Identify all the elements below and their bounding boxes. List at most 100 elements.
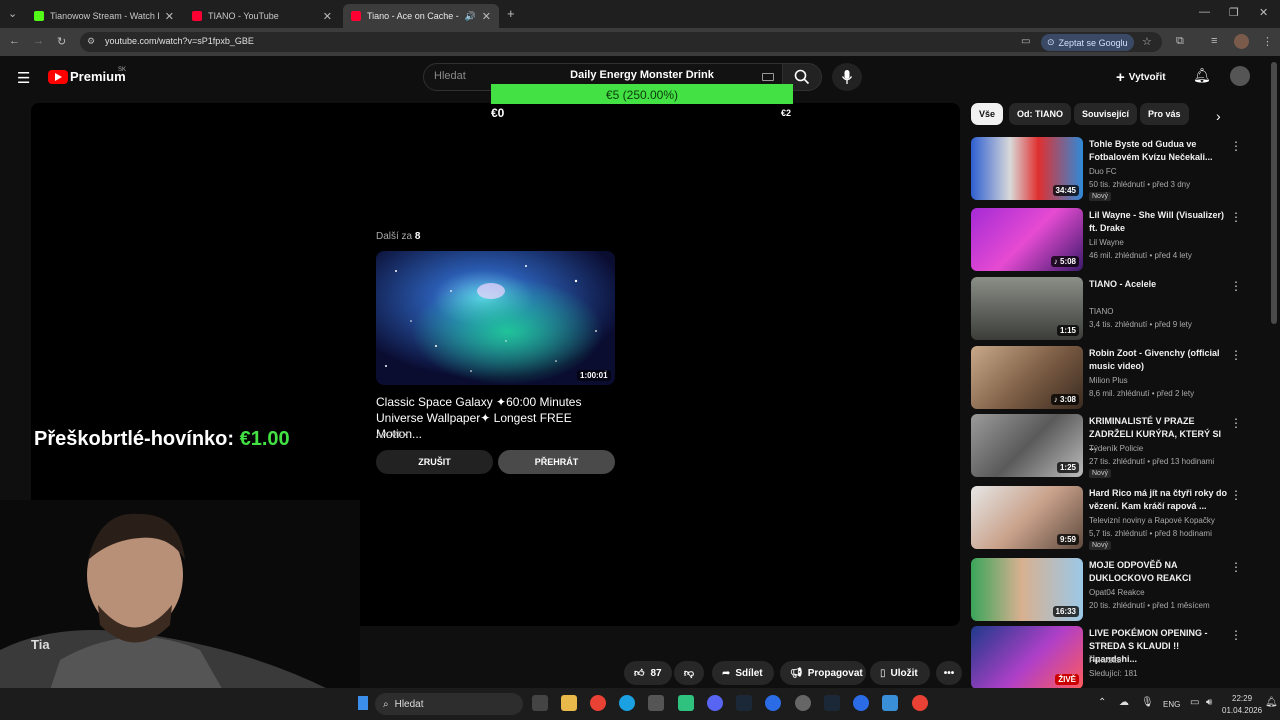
hamburger-menu-icon[interactable]: ☰ <box>17 69 30 87</box>
more-vertical-icon[interactable]: ⋮ <box>1230 488 1242 502</box>
bookmark-star-icon[interactable]: ☆ <box>1142 35 1152 48</box>
more-vertical-icon[interactable]: ⋮ <box>1230 628 1242 642</box>
page-scrollbar[interactable] <box>1271 62 1277 324</box>
browser-menu-icon[interactable]: ⋮ <box>1262 35 1273 48</box>
channel-name[interactable]: Lil Wayne <box>1089 238 1124 247</box>
new-tab-icon[interactable]: + <box>507 6 515 21</box>
cancel-autoplay-button[interactable]: ZRUŠIT <box>376 450 493 474</box>
system-clock[interactable]: 22:29 01.04.2026 <box>1222 693 1262 717</box>
video-title[interactable]: Tohle Byste od Gudua ve Fotbalovém Kvízu… <box>1089 138 1229 164</box>
chip-from-tiano[interactable]: Od: TIANO <box>1009 103 1071 125</box>
steam-icon[interactable] <box>824 695 840 711</box>
more-vertical-icon[interactable]: ⋮ <box>1230 560 1242 574</box>
close-tab-icon[interactable]: ✕ <box>323 10 332 23</box>
forward-icon[interactable]: → <box>33 35 44 47</box>
list-item[interactable]: ♪ 5:08 Lil Wayne - She Will (Visualizer)… <box>971 208 1251 272</box>
back-icon[interactable]: ← <box>9 35 20 47</box>
app-icon[interactable] <box>853 695 869 711</box>
app-icon[interactable] <box>882 695 898 711</box>
extensions-icon[interactable]: ⧉ <box>1176 35 1184 48</box>
channel-name[interactable]: Týdeník Policie <box>1089 444 1143 453</box>
video-title[interactable]: Hard Rico má jít na čtyři roky do vězení… <box>1089 487 1229 513</box>
maximize-icon[interactable]: ❐ <box>1229 6 1239 19</box>
tray-chevron-icon[interactable]: ⌃ <box>1098 697 1106 708</box>
volume-icon[interactable]: 🔊︎ <box>1206 697 1212 708</box>
edge-icon[interactable] <box>619 695 635 711</box>
next-video-thumbnail[interactable] <box>376 251 615 385</box>
task-view-icon[interactable] <box>532 695 548 711</box>
more-vertical-icon[interactable]: ⋮ <box>1230 139 1242 153</box>
discord-icon[interactable] <box>707 695 723 711</box>
tab-ace-on-cache[interactable]: Tiano - Ace on Cache - You 🔊 ✕ <box>343 4 499 28</box>
reading-list-icon[interactable]: ≡ <box>1211 35 1217 47</box>
notifications-bell-icon[interactable]: 🔔︎ <box>1193 67 1211 84</box>
chip-related[interactable]: Související <box>1074 103 1138 125</box>
list-item[interactable]: 34:45 Tohle Byste od Gudua ve Fotbalovém… <box>971 137 1251 201</box>
channel-name[interactable]: Duo FC <box>1089 167 1117 176</box>
account-avatar[interactable] <box>1230 66 1250 86</box>
promote-button[interactable]: 📢︎ Propagovat <box>780 661 866 685</box>
close-tab-icon[interactable]: ✕ <box>165 10 174 23</box>
chevron-right-icon[interactable]: › <box>1216 108 1221 124</box>
list-item[interactable]: 9:59 Hard Rico má jít na čtyři roky do v… <box>971 486 1251 550</box>
more-vertical-icon[interactable]: ⋮ <box>1230 348 1242 362</box>
close-window-icon[interactable]: ✕ <box>1259 6 1268 19</box>
url-text[interactable]: youtube.com/watch?v=sP1fpxb_GBE <box>105 36 254 46</box>
voice-search-button[interactable] <box>832 63 862 91</box>
minimize-icon[interactable]: — <box>1199 6 1210 18</box>
profile-avatar[interactable] <box>1234 34 1249 49</box>
reload-icon[interactable]: ↻ <box>57 35 66 48</box>
notifications-icon[interactable]: 🔔︎ <box>1265 697 1278 708</box>
channel-name[interactable]: Televizní noviny a Rapové Kopačky <box>1089 516 1215 525</box>
like-button[interactable]: 👍︎ 87 <box>624 661 672 685</box>
input-language[interactable]: ENG <box>1163 700 1180 709</box>
more-vertical-icon[interactable]: ⋮ <box>1230 416 1242 430</box>
chrome-icon[interactable] <box>590 695 606 711</box>
video-title[interactable]: Robin Zoot - Givenchy (official music vi… <box>1089 347 1229 373</box>
share-button[interactable]: ➦ Sdílet <box>712 661 774 685</box>
settings-icon[interactable] <box>795 695 811 711</box>
cast-icon[interactable]: ▭ <box>1021 36 1030 47</box>
tab-search-icon[interactable]: ⌄ <box>8 7 17 20</box>
save-button[interactable]: ▯ Uložit <box>870 661 930 685</box>
chip-all[interactable]: Vše <box>971 103 1004 125</box>
close-tab-icon[interactable]: ✕ <box>482 10 491 23</box>
app-icon[interactable] <box>765 695 781 711</box>
more-vertical-icon[interactable]: ⋮ <box>1230 210 1242 224</box>
list-item[interactable]: ♪ 3:08 Robin Zoot - Givenchy (official m… <box>971 346 1251 410</box>
chrome-icon[interactable] <box>912 695 928 711</box>
list-item[interactable]: 1:25 KRIMINALISTÉ V PRAZE ZADRŽELI KURÝR… <box>971 414 1251 478</box>
app-icon[interactable] <box>678 695 694 711</box>
taskbar-search[interactable]: ⌕ Hledat <box>375 693 523 715</box>
chip-for-you[interactable]: Pro vás <box>1140 103 1189 125</box>
video-title[interactable]: MOJE ODPOVĚĎ NA DUKLOCKOVO REAKCI <box>1089 559 1229 585</box>
site-info-icon[interactable]: ⚙ <box>87 36 95 47</box>
tab-kick-stream[interactable]: Tianowow Stream - Watch Live ✕ <box>26 4 182 28</box>
cloud-icon[interactable]: ☁ <box>1119 697 1129 708</box>
channel-name[interactable]: Opat04 Reakce <box>1089 588 1145 597</box>
channel-name[interactable]: Milion Plus <box>1089 376 1128 385</box>
channel-name[interactable]: PokeStar <box>1089 656 1122 665</box>
more-actions-button[interactable]: ••• <box>936 661 962 685</box>
play-next-button[interactable]: PŘEHRÁT <box>498 450 615 474</box>
next-video-channel[interactable]: AA-VFX <box>376 430 409 440</box>
ask-google-button[interactable]: ⊙ Zeptat se Googlu <box>1041 34 1134 51</box>
create-button[interactable]: + Vytvořit <box>1116 66 1166 88</box>
dislike-button[interactable]: 👎︎ <box>674 661 704 685</box>
more-vertical-icon[interactable]: ⋮ <box>1230 279 1242 293</box>
microphone-tray-icon[interactable]: 🎙︎ <box>1141 697 1154 708</box>
next-video-title[interactable]: Classic Space Galaxy ✦60:00 Minutes Univ… <box>376 394 616 442</box>
tab-tiano-youtube[interactable]: TIANO - YouTube ✕ <box>184 4 340 28</box>
list-item[interactable]: 16:33 MOJE ODPOVĚĎ NA DUKLOCKOVO REAKCI … <box>971 558 1251 622</box>
list-item[interactable]: ŽIVĚ LIVE POKÉMON OPENING - STREDA S KLA… <box>971 626 1251 690</box>
start-button[interactable] <box>358 696 368 710</box>
list-item[interactable]: 1:15 TIANO - Acelele TIANO 3,4 tis. zhlé… <box>971 277 1251 341</box>
network-icon[interactable]: ▭ <box>1190 697 1199 708</box>
store-icon[interactable] <box>648 695 664 711</box>
channel-name[interactable]: TIANO <box>1089 307 1113 316</box>
speaker-icon[interactable]: 🔊 <box>465 11 476 22</box>
steam-icon[interactable] <box>736 695 752 711</box>
file-explorer-icon[interactable] <box>561 695 577 711</box>
video-title[interactable]: Lil Wayne - She Will (Visualizer) ft. Dr… <box>1089 209 1229 235</box>
video-title[interactable]: TIANO - Acelele <box>1089 278 1229 291</box>
